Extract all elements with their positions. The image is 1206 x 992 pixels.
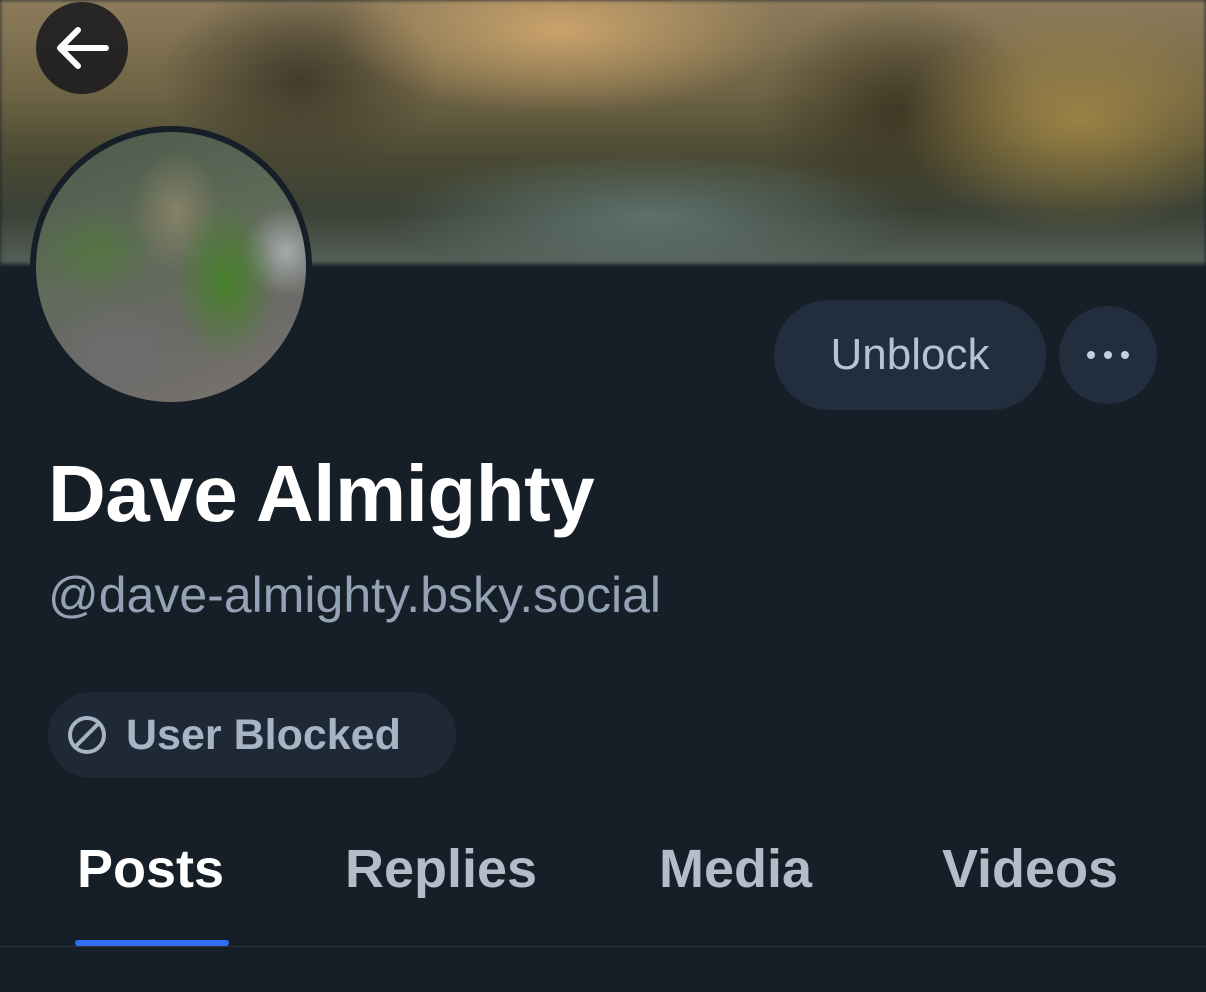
avatar-image (36, 132, 306, 402)
more-options-button[interactable] (1059, 306, 1157, 404)
arrow-left-icon (57, 27, 109, 69)
back-button[interactable] (36, 2, 128, 94)
status-badge: User Blocked (48, 692, 456, 778)
unblock-button-label: Unblock (830, 330, 990, 379)
profile-handle: @dave-almighty.bsky.social (48, 567, 662, 623)
profile-page: Unblock Dave Almighty @dave-almighty.bsk… (0, 0, 1206, 992)
avatar[interactable] (30, 126, 312, 408)
tab-posts[interactable]: Posts (77, 838, 224, 908)
block-icon (66, 714, 108, 756)
tab-divider (0, 946, 1206, 947)
tab-videos[interactable]: Videos (942, 838, 1118, 908)
status-badge-label: User Blocked (126, 710, 401, 759)
unblock-button[interactable]: Unblock (774, 300, 1046, 410)
tab-replies[interactable]: Replies (345, 838, 537, 908)
ellipsis-icon (1087, 351, 1129, 359)
display-name: Dave Almighty (48, 449, 595, 538)
tab-media[interactable]: Media (659, 838, 812, 908)
